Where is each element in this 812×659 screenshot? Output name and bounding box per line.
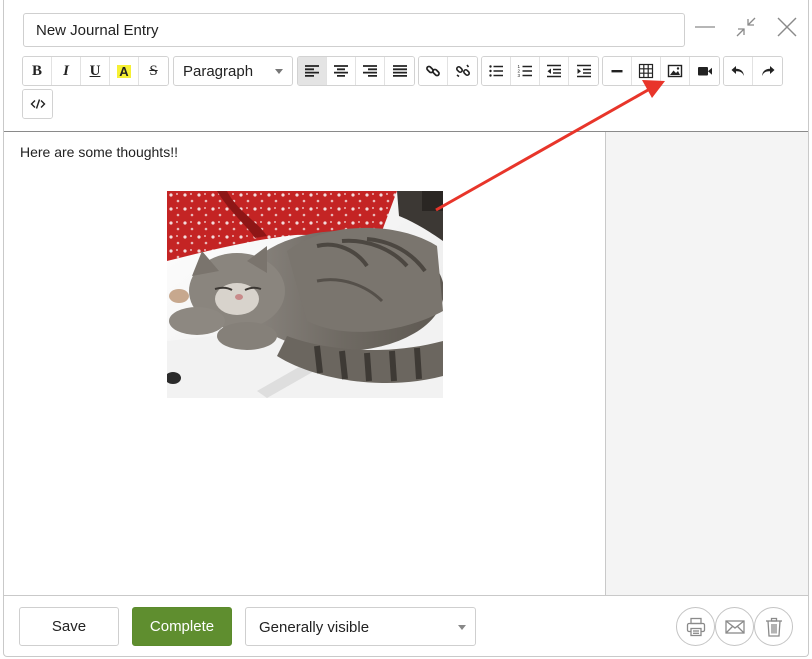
outdent-icon[interactable]	[540, 57, 569, 85]
italic-label: I	[63, 62, 69, 79]
unlink-icon[interactable]	[448, 57, 477, 85]
svg-text:3: 3	[518, 73, 521, 78]
complete-button[interactable]: Complete	[132, 607, 232, 646]
video-icon[interactable]	[690, 57, 719, 85]
block-format-value: Paragraph	[183, 63, 254, 80]
footer-divider	[4, 595, 808, 596]
close-icon[interactable]	[774, 14, 800, 40]
numbered-list-icon[interactable]: 123	[511, 57, 540, 85]
indent-icon[interactable]	[569, 57, 598, 85]
image-icon[interactable]	[661, 57, 690, 85]
highlight-icon[interactable]: A	[110, 57, 139, 85]
side-panel	[605, 132, 808, 596]
strikethrough-label: S	[149, 62, 158, 79]
bold-label: B	[31, 62, 42, 79]
history-group	[723, 56, 783, 86]
email-icon[interactable]	[715, 607, 754, 646]
visibility-value: Generally visible	[259, 619, 370, 636]
editor-paragraph[interactable]: Here are some thoughts!!	[20, 144, 178, 160]
table-icon[interactable]	[632, 57, 661, 85]
save-button[interactable]: Save	[19, 607, 119, 646]
editor-content-area[interactable]: Here are some thoughts!!	[4, 132, 605, 596]
minimize-icon[interactable]	[692, 14, 718, 40]
link-group	[418, 56, 478, 86]
underline-icon[interactable]: U	[81, 57, 110, 85]
journal-entry-dialog: B I U A S Paragraph	[3, 0, 809, 657]
visibility-select[interactable]: Generally visible	[245, 607, 476, 646]
undo-icon[interactable]	[724, 57, 753, 85]
entry-title-input[interactable]	[23, 13, 685, 47]
link-icon[interactable]	[419, 57, 448, 85]
strikethrough-icon[interactable]: S	[139, 57, 168, 85]
list-group: 123	[481, 56, 599, 86]
underline-label: U	[89, 62, 101, 79]
chevron-down-icon	[458, 625, 466, 630]
align-group	[297, 56, 415, 86]
block-format-select[interactable]: Paragraph	[173, 56, 293, 86]
insert-group	[602, 56, 720, 86]
code-icon[interactable]	[23, 90, 52, 118]
highlight-label: A	[117, 63, 131, 79]
print-icon[interactable]	[676, 607, 715, 646]
redo-icon[interactable]	[753, 57, 782, 85]
collapse-icon[interactable]	[733, 14, 759, 40]
source-group	[22, 89, 53, 119]
horizontal-rule-icon[interactable]	[603, 57, 632, 85]
italic-icon[interactable]: I	[52, 57, 81, 85]
align-justify-icon[interactable]	[385, 57, 414, 85]
sleeping-cat-photo[interactable]	[167, 191, 443, 398]
bullet-list-icon[interactable]	[482, 57, 511, 85]
align-right-icon[interactable]	[356, 57, 385, 85]
chevron-down-icon	[275, 69, 283, 74]
align-left-icon[interactable]	[298, 57, 327, 85]
trash-icon[interactable]	[754, 607, 793, 646]
text-format-group: B I U A S	[22, 56, 169, 86]
bold-icon[interactable]: B	[23, 57, 52, 85]
align-center-icon[interactable]	[327, 57, 356, 85]
